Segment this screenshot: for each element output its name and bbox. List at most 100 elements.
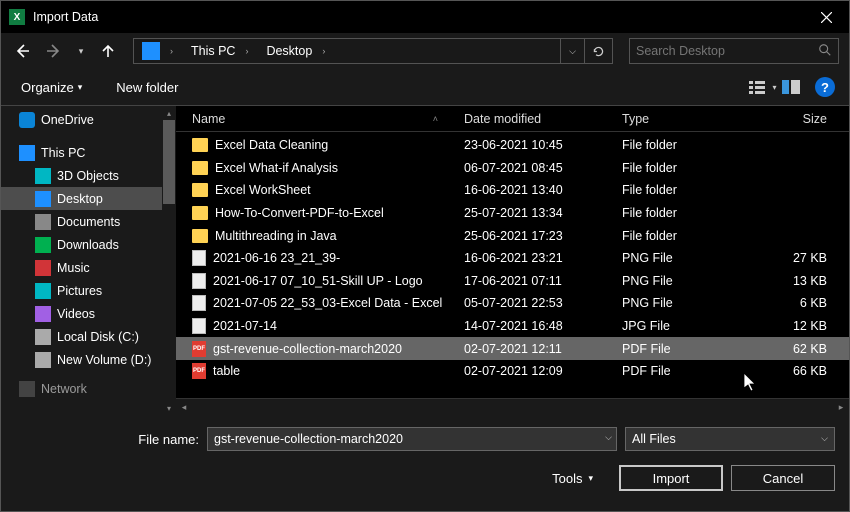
sidebar-item-onedrive[interactable]: OneDrive <box>1 108 176 131</box>
file-date: 02-07-2021 12:09 <box>458 364 616 378</box>
file-date: 02-07-2021 12:11 <box>458 342 616 356</box>
file-name: Excel What-if Analysis <box>215 161 338 175</box>
search-icon <box>818 43 832 60</box>
sidebar-item-label: New Volume (D:) <box>57 353 151 367</box>
recent-button[interactable]: ▾ <box>75 40 87 62</box>
pdf-icon: PDF <box>192 341 206 357</box>
file-row[interactable]: Excel What-if Analysis06-07-2021 08:45Fi… <box>176 157 849 180</box>
address-bar[interactable]: › This PC› Desktop› ⌵ <box>133 38 613 64</box>
sidebar-item-label: Local Disk (C:) <box>57 330 139 344</box>
file-date: 05-07-2021 22:53 <box>458 296 616 310</box>
horizontal-scrollbar[interactable]: ◂ ▸ <box>176 398 849 415</box>
file-row[interactable]: 2021-07-05 22_53_03-Excel Data - Excel05… <box>176 292 849 315</box>
sidebar-item-new-volume-d[interactable]: New Volume (D:) <box>1 348 176 371</box>
dialog-title: Import Data <box>33 10 803 24</box>
back-button[interactable] <box>11 40 33 62</box>
address-history-button[interactable]: ⌵ <box>560 39 584 63</box>
sidebar-item-label: Videos <box>57 307 95 321</box>
sidebar-item-downloads[interactable]: Downloads <box>1 233 176 256</box>
file-row[interactable]: PDFgst-revenue-collection-march202002-07… <box>176 337 849 360</box>
file-date: 16-06-2021 13:40 <box>458 183 616 197</box>
view-options-button[interactable]: ▾ <box>749 75 777 99</box>
file-row[interactable]: 2021-06-17 07_10_51-Skill UP - Logo 17-06… <box>176 270 849 293</box>
breadcrumb-root[interactable]: › <box>134 39 183 63</box>
file-row[interactable]: PDFtable02-07-2021 12:09PDF File66 KB <box>176 360 849 383</box>
sidebar-item-desktop[interactable]: Desktop <box>1 187 176 210</box>
file-name: 2021-06-17 07_10_51-Skill UP - Logo <box>213 274 423 288</box>
file-row[interactable]: 2021-06-16 23_21_39-16-06-2021 23:21PNG … <box>176 247 849 270</box>
new-folder-button[interactable]: New folder <box>110 76 184 99</box>
downloads-icon <box>35 237 51 253</box>
close-icon <box>821 12 832 23</box>
sidebar-item-label: 3D Objects <box>57 169 119 183</box>
scroll-thumb[interactable] <box>163 120 175 204</box>
sidebar-item-local-disk-c[interactable]: Local Disk (C:) <box>1 325 176 348</box>
sidebar-item-thispc[interactable]: This PC <box>1 141 176 164</box>
up-button[interactable] <box>97 40 119 62</box>
search-input[interactable] <box>636 44 818 58</box>
scroll-down-arrow-icon: ▾ <box>162 401 176 415</box>
file-row[interactable]: How-To-Convert-PDF-to-Excel25-07-2021 13… <box>176 202 849 225</box>
sort-asc-icon: ˄ <box>433 114 438 124</box>
bottom-panel: File name: gst-revenue-collection-march2… <box>1 415 849 511</box>
file-row[interactable]: Multithreading in Java25-06-2021 17:23Fi… <box>176 224 849 247</box>
file-row[interactable]: Excel WorkSheet16-06-2021 13:40File fold… <box>176 179 849 202</box>
file-date: 17-06-2021 07:11 <box>458 274 616 288</box>
sidebar-item-videos[interactable]: Videos <box>1 302 176 325</box>
dropdown-icon: ⌵ <box>821 433 828 444</box>
filename-input[interactable]: gst-revenue-collection-march2020⌵ <box>207 427 617 451</box>
sidebar-item-network[interactable]: Network <box>1 377 176 400</box>
forward-arrow-icon <box>46 43 62 59</box>
column-type[interactable]: Type <box>616 112 744 126</box>
cancel-button[interactable]: Cancel <box>731 465 835 491</box>
sidebar-item-music[interactable]: Music <box>1 256 176 279</box>
sidebar-item-pictures[interactable]: Pictures <box>1 279 176 302</box>
button-row: Tools▾ Import Cancel <box>15 465 835 491</box>
forward-button[interactable] <box>43 40 65 62</box>
help-button[interactable]: ? <box>815 77 835 97</box>
folder-icon <box>192 206 208 220</box>
sidebar-item-3d-objects[interactable]: 3D Objects <box>1 164 176 187</box>
breadcrumb-thispc[interactable]: This PC› <box>183 39 258 63</box>
up-arrow-icon <box>100 43 116 59</box>
column-name[interactable]: Name˄ <box>186 112 458 126</box>
tools-button[interactable]: Tools▾ <box>546 467 599 490</box>
folder-icon <box>192 161 208 175</box>
search-box[interactable] <box>629 38 839 64</box>
file-type: File folder <box>616 206 744 220</box>
scroll-left-arrow-icon: ◂ <box>176 399 192 416</box>
column-date[interactable]: Date modified <box>458 112 616 126</box>
file-size: 6 KB <box>744 296 849 310</box>
close-button[interactable] <box>803 1 849 33</box>
file-type: PDF File <box>616 364 744 378</box>
file-size: 13 KB <box>744 274 849 288</box>
desktop-icon <box>35 191 51 207</box>
file-rows: Excel Data Cleaning23-06-2021 10:45File … <box>176 132 849 398</box>
breadcrumb-desktop[interactable]: Desktop› <box>258 39 335 63</box>
file-type: PNG File <box>616 296 744 310</box>
music-icon <box>35 260 51 276</box>
file-row[interactable]: 2021-07-1414-07-2021 16:48JPG File12 KB <box>176 315 849 338</box>
file-row[interactable]: Excel Data Cleaning23-06-2021 10:45File … <box>176 134 849 157</box>
organize-button[interactable]: Organize▾ <box>15 76 88 99</box>
filename-label: File name: <box>15 432 199 447</box>
disk-icon <box>35 329 51 345</box>
file-type: PDF File <box>616 342 744 356</box>
sidebar-item-documents[interactable]: Documents <box>1 210 176 233</box>
import-data-dialog: X Import Data ▾ › This PC› Desktop› ⌵ Or… <box>0 0 850 512</box>
preview-pane-icon <box>782 80 800 94</box>
column-size[interactable]: Size <box>744 112 849 126</box>
refresh-button[interactable] <box>584 39 612 63</box>
preview-pane-button[interactable] <box>777 75 805 99</box>
sidebar-thispc-label: This PC <box>41 146 85 160</box>
import-button[interactable]: Import <box>619 465 723 491</box>
file-icon <box>192 295 206 311</box>
refresh-icon <box>592 45 605 58</box>
scroll-up-arrow-icon: ▴ <box>162 106 176 120</box>
navigation-bar: ▾ › This PC› Desktop› ⌵ <box>1 33 849 69</box>
breadcrumb-leaf-label: Desktop <box>266 44 312 58</box>
sidebar-scrollbar[interactable]: ▴ ▾ <box>162 106 176 415</box>
file-type-filter[interactable]: All Files⌵ <box>625 427 835 451</box>
titlebar: X Import Data <box>1 1 849 33</box>
pc-icon <box>19 145 35 161</box>
